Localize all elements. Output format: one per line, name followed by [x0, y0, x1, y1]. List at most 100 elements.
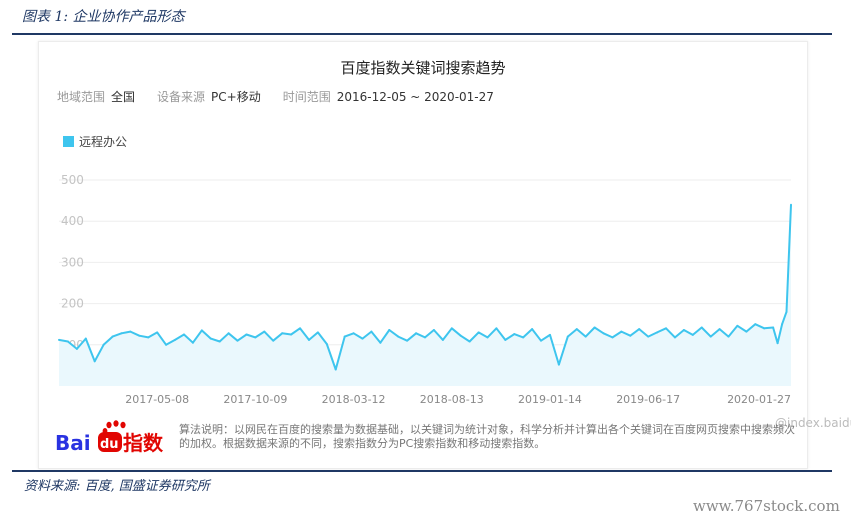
data-point[interactable] [290, 333, 293, 336]
data-point[interactable] [111, 335, 114, 338]
data-point[interactable] [334, 368, 337, 371]
data-point[interactable] [388, 328, 391, 331]
x-tick-label: 2020-01-27 [727, 393, 791, 406]
data-point[interactable] [191, 341, 194, 344]
data-point[interactable] [370, 330, 373, 333]
data-point[interactable] [629, 334, 632, 337]
data-point[interactable] [566, 335, 569, 338]
data-point[interactable] [272, 339, 275, 342]
data-point[interactable] [513, 333, 516, 336]
data-point[interactable] [584, 335, 587, 338]
data-point[interactable] [138, 334, 141, 337]
x-tick-label: 2018-03-12 [322, 393, 386, 406]
chart-card: 百度指数关键词搜索趋势 地域范围 全国 设备来源 PC+移动 时间范围 2016-12-0… [38, 41, 851, 469]
data-point[interactable] [531, 328, 534, 331]
data-point[interactable] [129, 330, 132, 333]
data-point[interactable] [93, 360, 96, 363]
data-point[interactable] [379, 341, 382, 344]
data-point[interactable] [548, 333, 551, 336]
report-caption: 图表 1: 企业协作产品形态 [22, 9, 185, 25]
data-point[interactable] [638, 328, 641, 331]
data-point[interactable] [486, 336, 489, 339]
data-point[interactable] [432, 328, 435, 331]
data-point[interactable] [325, 342, 328, 345]
bottom-rule [12, 470, 832, 472]
data-point[interactable] [263, 330, 266, 333]
data-point[interactable] [200, 329, 203, 332]
data-point[interactable] [691, 333, 694, 336]
data-point[interactable] [700, 326, 703, 329]
data-point[interactable] [785, 310, 788, 313]
data-point[interactable] [790, 203, 792, 206]
data-point[interactable] [227, 332, 230, 335]
y-tick-label: 400 [61, 214, 84, 228]
data-point[interactable] [611, 336, 614, 339]
data-point[interactable] [174, 338, 177, 341]
data-point[interactable] [441, 338, 444, 341]
data-point[interactable] [450, 327, 453, 330]
data-point[interactable] [58, 338, 60, 341]
data-point[interactable] [665, 327, 668, 330]
data-point[interactable] [477, 331, 480, 334]
data-point[interactable] [745, 330, 748, 333]
logo-bai: Bai [55, 431, 91, 454]
data-point[interactable] [415, 332, 418, 335]
data-point[interactable] [307, 338, 310, 341]
data-point[interactable] [299, 327, 302, 330]
data-point[interactable] [397, 335, 400, 338]
data-point[interactable] [557, 363, 560, 366]
data-point[interactable] [343, 335, 346, 338]
data-point[interactable] [182, 333, 185, 336]
data-point[interactable] [361, 337, 364, 340]
data-point[interactable] [281, 332, 284, 335]
data-point[interactable] [254, 336, 257, 339]
x-tick-label: 2019-01-14 [518, 393, 582, 406]
data-point[interactable] [468, 340, 471, 343]
data-point[interactable] [736, 324, 739, 327]
trend-chart[interactable]: 100200300400500 2017-05-08 2017-10-09 2018… [39, 42, 807, 468]
data-point[interactable] [776, 342, 779, 345]
data-point[interactable] [236, 339, 239, 342]
data-point[interactable] [66, 340, 69, 343]
data-point[interactable] [316, 331, 319, 334]
data-point[interactable] [727, 335, 730, 338]
data-point[interactable] [352, 332, 355, 335]
logo-du: du [100, 437, 119, 452]
data-point[interactable] [424, 336, 426, 339]
y-tick-label: 500 [61, 173, 84, 187]
data-point[interactable] [495, 327, 498, 330]
data-point[interactable] [673, 336, 676, 339]
data-point[interactable] [120, 332, 123, 335]
data-point[interactable] [781, 323, 784, 326]
data-point[interactable] [682, 328, 685, 331]
data-point[interactable] [754, 323, 757, 326]
y-tick-label: 300 [61, 255, 84, 269]
data-point[interactable] [218, 340, 221, 343]
data-point[interactable] [656, 331, 659, 334]
data-point[interactable] [540, 339, 543, 342]
data-point[interactable] [602, 332, 605, 335]
data-point[interactable] [709, 335, 712, 338]
data-point[interactable] [718, 328, 721, 331]
data-point[interactable] [147, 336, 150, 339]
data-point[interactable] [504, 338, 507, 341]
data-point[interactable] [102, 343, 105, 346]
site-watermark: www.767stock.com [693, 497, 840, 515]
data-point[interactable] [763, 327, 766, 330]
data-point[interactable] [209, 337, 212, 340]
data-point[interactable] [459, 334, 462, 337]
data-point[interactable] [156, 331, 159, 334]
data-point[interactable] [84, 337, 87, 340]
logo-zhishu: 指数 [123, 431, 164, 454]
data-point[interactable] [245, 333, 248, 336]
data-point[interactable] [575, 328, 578, 331]
data-point[interactable] [593, 326, 596, 329]
data-point[interactable] [772, 326, 775, 329]
data-point[interactable] [620, 330, 623, 333]
data-point[interactable] [406, 339, 409, 342]
data-point[interactable] [647, 335, 650, 338]
data-point[interactable] [165, 343, 168, 346]
data-point[interactable] [522, 336, 525, 339]
source-note: 资料来源: 百度, 国盛证券研究所 [24, 479, 210, 494]
data-point[interactable] [75, 347, 78, 350]
